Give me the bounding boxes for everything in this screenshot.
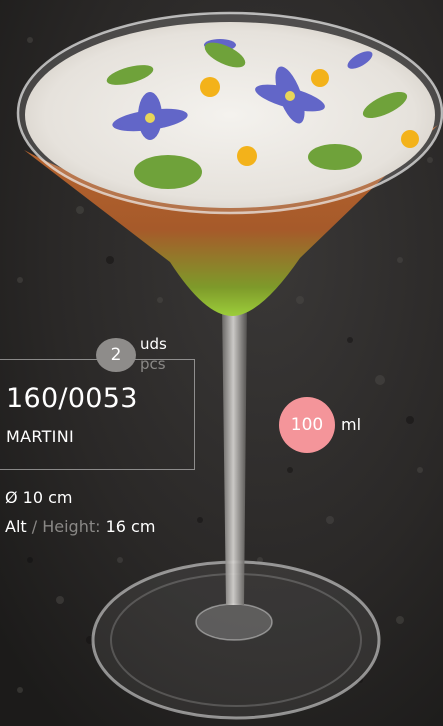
product-diameter: Ø 10 cm <box>5 488 73 507</box>
quantity-badge: 2 <box>96 338 136 372</box>
quantity-unit-en: pcs <box>140 355 166 373</box>
product-name: MARTINI <box>6 427 74 446</box>
capacity-unit: ml <box>341 415 362 434</box>
height-label-en: Height: <box>42 517 101 536</box>
height-label-es: Alt <box>5 517 27 536</box>
height-separator: / <box>26 517 43 536</box>
quantity-unit-es: uds <box>140 335 167 353</box>
height-value: 16 cm <box>100 517 156 536</box>
product-height: Alt / Height: 16 cm <box>5 516 155 538</box>
product-reference: 160/0053 <box>6 383 138 414</box>
capacity-badge: 100 <box>279 397 335 453</box>
